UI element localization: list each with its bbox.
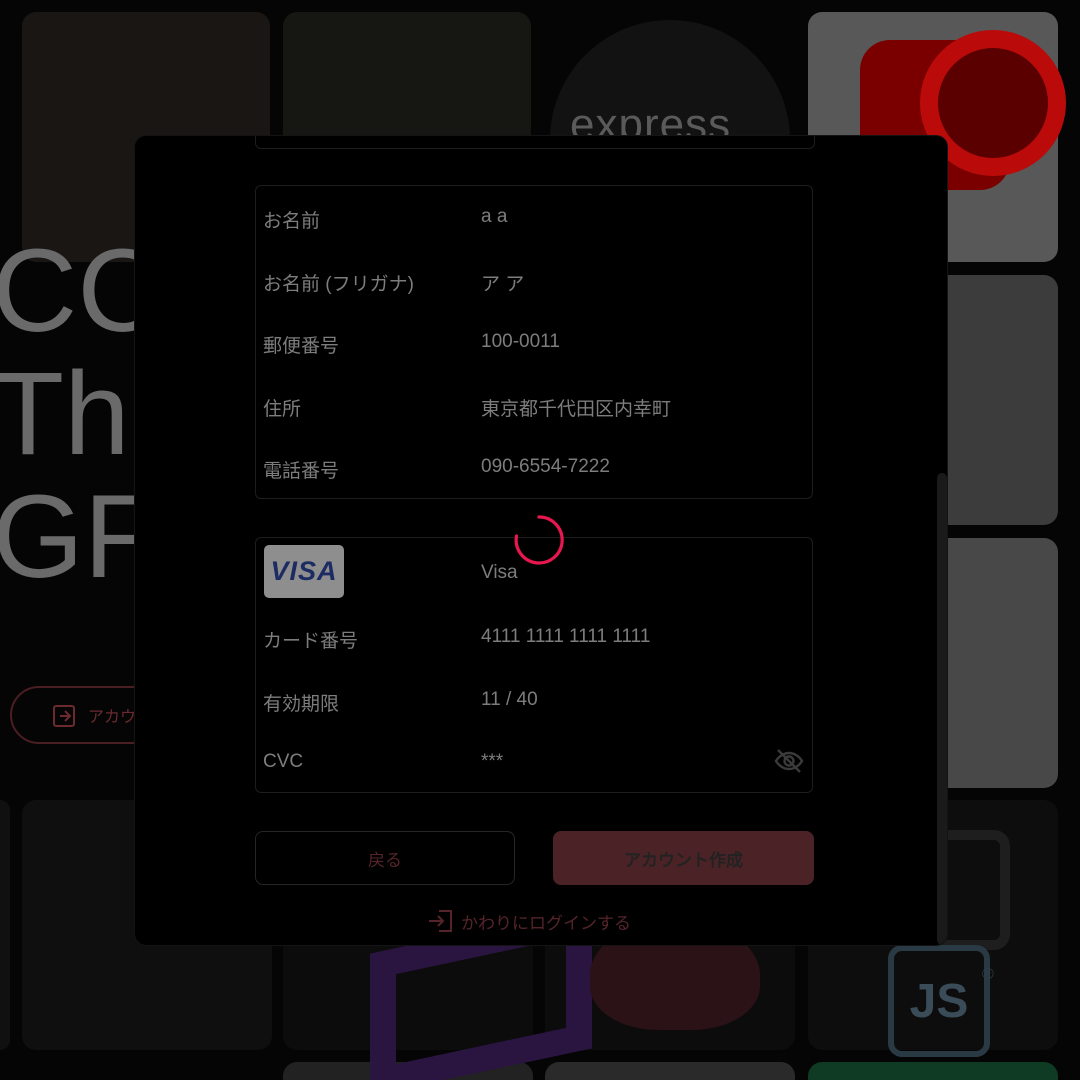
card-row-cvc: CVC *** <box>256 741 812 781</box>
info-value: 090-6554-7222 <box>481 456 610 477</box>
info-label: 住所 <box>263 399 302 420</box>
bg-account-button-label: アカウ <box>88 709 137 726</box>
info-value: ア ア <box>481 274 525 295</box>
info-row-address: 住所 東京都千代田区内幸町 <box>256 384 812 424</box>
info-row-phone: 電話番号 090-6554-7222 <box>256 446 812 486</box>
bg-tile-bottom-2 <box>545 1062 795 1080</box>
previous-section-box <box>255 136 815 149</box>
bg-headline-line-3: GF <box>0 471 156 603</box>
info-row-name: お名前 a a <box>256 196 812 236</box>
login-instead-link[interactable]: かわりにログインする <box>427 908 631 934</box>
info-label: お名前 (フリガナ) <box>263 274 414 295</box>
info-label: 郵便番号 <box>263 336 340 357</box>
create-account-button[interactable]: アカウント作成 <box>553 831 814 885</box>
eye-off-icon[interactable] <box>774 748 804 774</box>
card-row-number: カード番号 4111 1111 1111 1111 <box>256 616 812 656</box>
info-value: 100-0011 <box>481 331 560 352</box>
login-icon <box>429 910 452 932</box>
info-label: 有効期限 <box>263 694 340 715</box>
info-label: カード番号 <box>263 631 359 652</box>
info-row-postal-code: 郵便番号 100-0011 <box>256 321 812 361</box>
info-value: 11 / 40 <box>481 689 538 710</box>
loading-spinner-icon <box>514 515 564 565</box>
info-value: a a <box>481 206 508 227</box>
page: express CC The GF アカウ JS ® お名前 a a お名前 (… <box>0 0 1080 1080</box>
back-button[interactable]: 戻る <box>255 831 515 885</box>
bg-registered-mark: ® <box>982 966 994 983</box>
card-row-expiry: 有効期限 11 / 40 <box>256 679 812 719</box>
bg-tile-bottom-3 <box>808 1062 1058 1080</box>
info-row-name-kana: お名前 (フリガナ) ア ア <box>256 259 812 299</box>
info-label: お名前 <box>263 211 321 232</box>
personal-info-box: お名前 a a お名前 (フリガナ) ア ア 郵便番号 100-0011 住所 … <box>255 185 813 499</box>
info-label: CVC <box>263 751 304 772</box>
info-value: 東京都千代田区内幸町 <box>481 399 672 420</box>
card-info-box: VISA Visa カード番号 4111 1111 1111 1111 有効期限… <box>255 537 813 793</box>
info-label: 電話番号 <box>263 461 340 482</box>
login-icon <box>53 705 75 727</box>
info-value: 4111 1111 1111 1111 <box>481 626 651 647</box>
login-instead-label: かわりにログインする <box>461 913 631 933</box>
bg-tile-left-edge <box>0 800 10 1050</box>
card-brand-name: Visa <box>481 562 518 583</box>
info-value: *** <box>481 751 504 772</box>
modal-scrollbar[interactable] <box>937 473 947 945</box>
bg-node-js-logo: JS <box>888 945 990 1057</box>
